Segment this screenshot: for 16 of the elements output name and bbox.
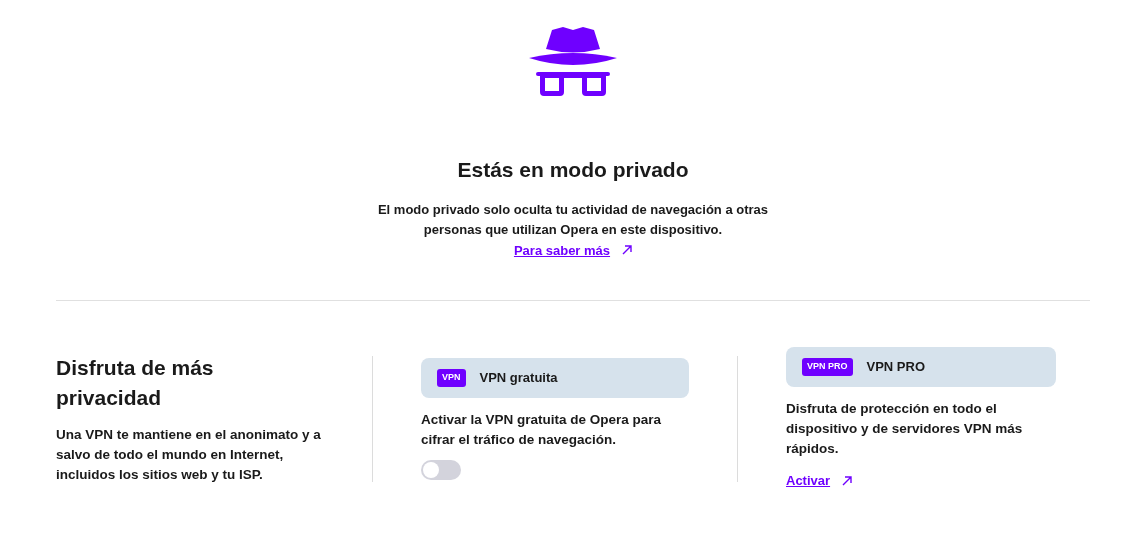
external-link-icon	[842, 475, 853, 486]
card-title: VPN PRO	[866, 358, 926, 377]
learn-more-link[interactable]: Para saber más	[513, 240, 633, 260]
vpn-badge: VPN	[437, 369, 466, 387]
promo-text: Una VPN te mantiene en el anonimato y a salvo de todo el mundo en Internet, incluidos los sitios web y tu ISP.	[56, 425, 322, 484]
incognito-icon	[528, 24, 618, 98]
external-link-icon	[622, 245, 633, 256]
page-title: Estás en modo privado	[457, 157, 689, 183]
vpn-badge: VPN PRO	[802, 358, 853, 376]
card-title: VPN gratuita	[479, 369, 558, 387]
description-text: El modo privado solo oculta tu actividad de navegación a otras personas que utilizan Opera en este dispositivo.	[376, 200, 770, 239]
card-text: Disfruta de protección en todo el dispositivo y de servidores VPN más rápidos.	[786, 400, 1024, 458]
card-text: Activar la VPN gratuita de Opera para cifrar el tráfico de navegación.	[421, 410, 663, 449]
promo-title: Disfruta de más privacidad	[56, 354, 215, 411]
vpn-toggle[interactable]	[421, 459, 461, 480]
activate-link[interactable]: Activar	[786, 471, 853, 491]
